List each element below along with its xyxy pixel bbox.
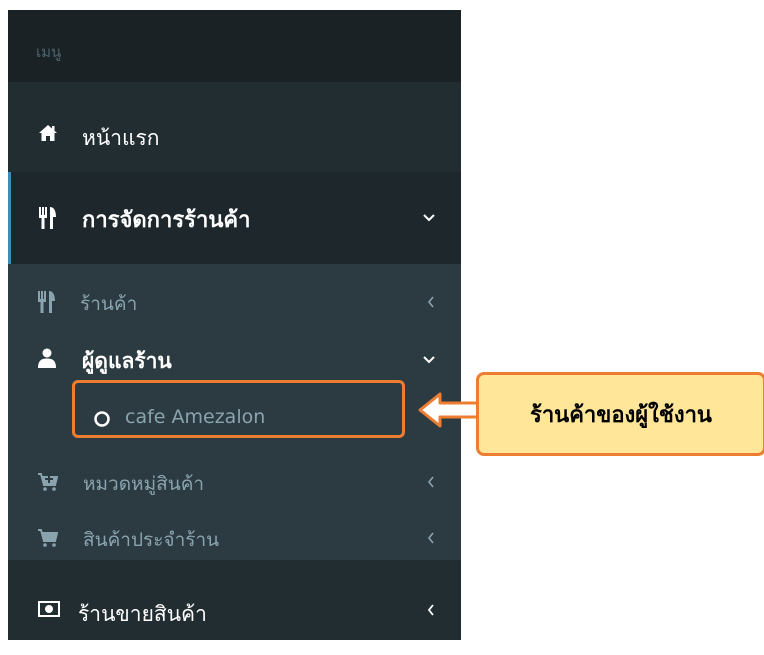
chevron-left-icon xyxy=(427,476,435,488)
arrow-left-icon xyxy=(418,392,480,428)
page: เมนู หน้าแรก การจัดการร้านค้า ร้านค้า ผู… xyxy=(0,0,764,655)
user-icon xyxy=(38,348,56,368)
sidebar-item-label: ร้านค้า xyxy=(80,293,138,315)
cart-plus-icon xyxy=(38,473,58,491)
sidebar-item-shop[interactable]: ร้านค้า xyxy=(8,272,461,332)
sidebar-item-label: ร้านขายสินค้า xyxy=(78,602,207,626)
cutlery-icon xyxy=(39,207,57,229)
sidebar-item-sales[interactable]: ร้านขายสินค้า xyxy=(8,570,461,650)
chevron-left-icon xyxy=(427,604,435,616)
sidebar-item-label: ผู้ดูแลร้าน xyxy=(82,349,172,373)
cart-icon xyxy=(38,529,58,547)
money-icon xyxy=(38,601,60,617)
menu-header-label: เมนู xyxy=(36,43,62,61)
menu-header: เมนู xyxy=(8,10,461,82)
sidebar-item-shop-products[interactable]: สินค้าประจำร้าน xyxy=(8,509,461,567)
chevron-down-icon xyxy=(423,356,435,364)
sidebar-item-label: หน้าแรก xyxy=(82,126,160,150)
sidebar-item-label: การจัดการร้านค้า xyxy=(82,208,251,233)
callout-text: ร้านค้าของผู้ใช้งาน xyxy=(530,402,712,428)
sidebar-item-label: สินค้าประจำร้าน xyxy=(83,529,220,551)
sidebar-item-label: หมวดหมู่สินค้า xyxy=(83,473,205,495)
sidebar: เมนู หน้าแรก การจัดการร้านค้า ร้านค้า ผู… xyxy=(8,10,461,640)
home-icon xyxy=(38,124,58,142)
highlight-box xyxy=(72,380,405,438)
callout-box: ร้านค้าของผู้ใช้งาน xyxy=(476,372,764,456)
chevron-down-icon xyxy=(423,214,435,222)
chevron-left-icon xyxy=(427,532,435,544)
sidebar-item-home[interactable]: หน้าแรก xyxy=(8,98,461,170)
chevron-left-icon xyxy=(427,296,435,308)
sidebar-item-product-category[interactable]: หมวดหมู่สินค้า xyxy=(8,453,461,511)
cutlery-icon xyxy=(38,291,56,313)
sidebar-item-store-management[interactable]: การจัดการร้านค้า xyxy=(8,172,461,264)
